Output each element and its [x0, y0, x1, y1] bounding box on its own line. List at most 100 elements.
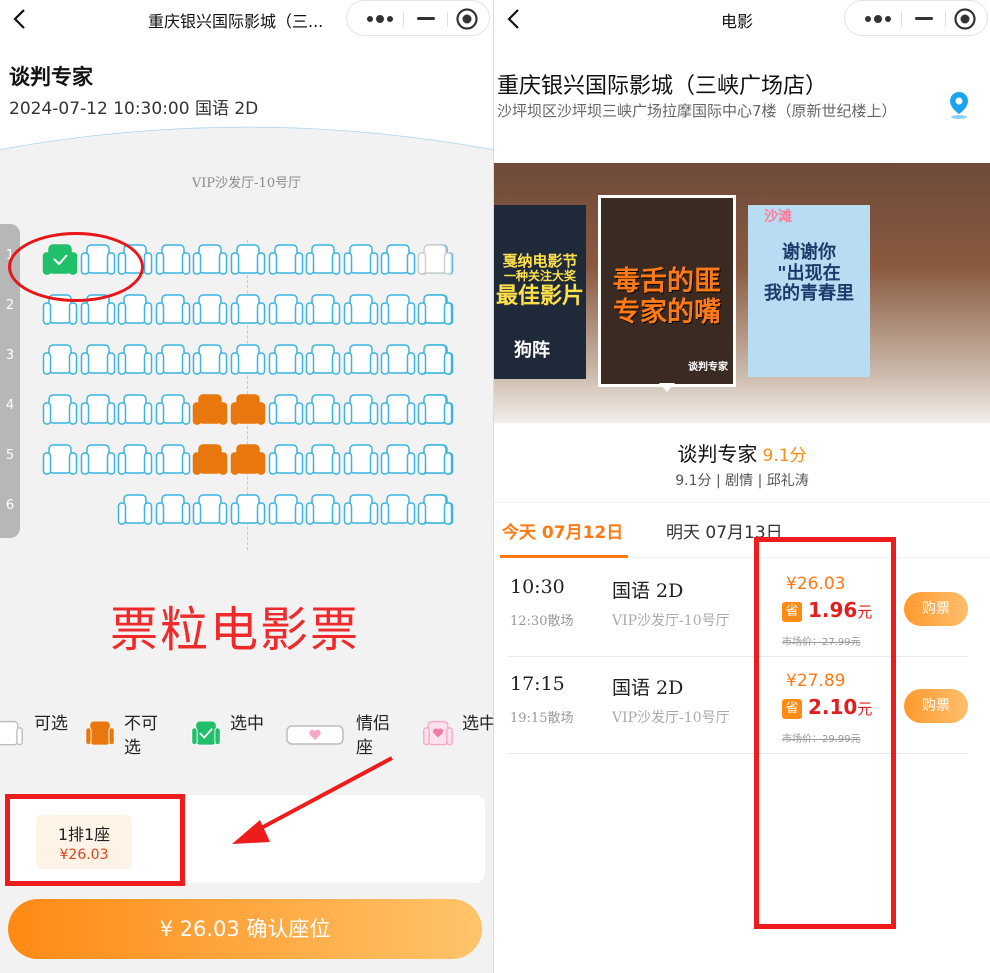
available-seat[interactable] [155, 492, 191, 528]
capsule-separator [901, 11, 902, 27]
available-seat[interactable] [192, 492, 228, 528]
available-seat[interactable] [230, 492, 266, 528]
available-seat[interactable] [417, 492, 453, 528]
mini-program-capsule [844, 0, 988, 36]
available-seat[interactable] [192, 242, 228, 278]
available-seat[interactable] [155, 342, 191, 378]
available-seat[interactable] [80, 342, 116, 378]
poster-subtitle: 谈判专家 [688, 362, 728, 373]
available-seat[interactable] [117, 342, 153, 378]
available-seat[interactable] [343, 342, 379, 378]
capsule-separator [403, 11, 404, 27]
available-seat[interactable] [417, 392, 453, 428]
back-arrow-icon[interactable] [6, 4, 34, 34]
available-seat[interactable] [117, 492, 153, 528]
unavailable-seat[interactable] [417, 242, 453, 278]
show-hall: VIP沙发厅-10号厅 [612, 710, 730, 726]
available-seat[interactable] [117, 442, 153, 478]
back-arrow-icon[interactable] [500, 4, 528, 34]
buy-ticket-button[interactable]: 购票 [904, 689, 968, 723]
minimize-icon[interactable] [915, 17, 933, 20]
show-end-time: 19:15散场 [510, 711, 574, 726]
available-seat[interactable] [268, 442, 304, 478]
available-seat[interactable] [230, 342, 266, 378]
movie-info: 谈判专家 9.1分 [494, 438, 990, 467]
poster-card[interactable]: 谢谢你 "出现在 我的青春里 沙滩 [748, 205, 870, 377]
available-seat[interactable] [305, 342, 341, 378]
available-seat[interactable] [305, 492, 341, 528]
available-seat[interactable] [380, 242, 416, 278]
legend-label: 可选 [34, 714, 68, 734]
row-number: 3 [5, 348, 15, 363]
available-seat[interactable] [155, 392, 191, 428]
show-language: 国语 2D [612, 580, 684, 602]
available-seat[interactable] [343, 492, 379, 528]
sold-seat [193, 444, 228, 475]
available-seat[interactable] [343, 242, 379, 278]
available-seat[interactable] [268, 392, 304, 428]
poster-line: 我的青春里 [764, 283, 854, 305]
available-seat[interactable] [380, 392, 416, 428]
showtime-row: 17:15 19:15散场 国语 2D VIP沙发厅-10号厅 ¥27.89 省… [508, 657, 968, 754]
hall-name: VIP沙发厅-10号厅 [191, 176, 302, 191]
available-seat[interactable] [117, 392, 153, 428]
available-seat[interactable] [343, 392, 379, 428]
available-seat[interactable] [192, 292, 228, 328]
tab-today[interactable]: 今天 07月12日 [502, 518, 623, 543]
annotation-ellipse [8, 232, 144, 302]
available-seat[interactable] [268, 342, 304, 378]
more-icon[interactable] [859, 10, 899, 28]
available-seat[interactable] [305, 242, 341, 278]
available-seat[interactable] [305, 392, 341, 428]
cinema-showtimes-panel: 电影 重庆银兴国际影城（三峡广场店） 沙坪坝区沙坪坝三峡广场拉摩国际中心7楼（原… [494, 0, 990, 973]
confirm-seat-button[interactable]: ¥ 26.03 确认座位 [8, 899, 482, 959]
annotation-arrow [232, 756, 393, 844]
poster-card-active[interactable]: 毒舌的匪 专家的嘴 谈判专家 [598, 195, 736, 387]
available-seat[interactable] [305, 442, 341, 478]
close-target-icon[interactable] [953, 7, 977, 31]
available-seat[interactable] [380, 342, 416, 378]
legend-label: 选中 [230, 714, 264, 734]
show-start-time: 17:15 [510, 673, 565, 695]
available-seat[interactable] [80, 392, 116, 428]
available-seat[interactable] [42, 392, 78, 428]
more-icon[interactable] [361, 10, 401, 28]
available-seat[interactable] [268, 292, 304, 328]
available-seat[interactable] [230, 242, 266, 278]
available-seat[interactable] [380, 292, 416, 328]
poster-carousel[interactable]: 戛纳电影节 一种关注大奖 最佳影片 狗阵 毒舌的匪 专家的嘴 谈判专家 谢谢你 … [494, 163, 990, 423]
available-seat[interactable] [343, 442, 379, 478]
available-seat[interactable] [380, 492, 416, 528]
available-seat[interactable] [268, 492, 304, 528]
available-seat[interactable] [417, 442, 453, 478]
available-seat[interactable] [230, 292, 266, 328]
available-seat[interactable] [417, 342, 453, 378]
poster-subtitle: 沙滩 [764, 209, 792, 225]
row-number: 2 [5, 298, 15, 313]
available-seat[interactable] [155, 442, 191, 478]
available-seat[interactable] [343, 292, 379, 328]
available-seat[interactable] [155, 242, 191, 278]
available-seat[interactable] [192, 342, 228, 378]
available-seat[interactable] [155, 292, 191, 328]
available-seat[interactable] [42, 342, 78, 378]
available-seat[interactable] [42, 442, 78, 478]
available-seat[interactable] [268, 242, 304, 278]
poster-line: 戛纳电影节 [502, 252, 578, 270]
minimize-icon[interactable] [417, 17, 435, 20]
poster-line: 毒舌的匪 [613, 266, 721, 297]
available-seat[interactable] [305, 292, 341, 328]
available-seat[interactable] [417, 292, 453, 328]
poster-card[interactable]: 戛纳电影节 一种关注大奖 最佳影片 狗阵 [494, 205, 586, 379]
available-seat[interactable] [117, 292, 153, 328]
poster-subtitle: 狗阵 [514, 340, 550, 361]
buy-ticket-button[interactable]: 购票 [904, 592, 968, 626]
sold-seat-icon [85, 721, 115, 746]
cinema-name: 重庆银兴国际影城（三峡广场店） [497, 74, 828, 99]
movie-subinfo: 9.1分 | 剧情 | 邱礼涛 [675, 473, 809, 489]
top-bar: 电影 [494, 0, 990, 44]
location-pin-icon[interactable] [946, 90, 972, 120]
available-seat[interactable] [80, 442, 116, 478]
available-seat[interactable] [380, 442, 416, 478]
close-target-icon[interactable] [455, 7, 479, 31]
